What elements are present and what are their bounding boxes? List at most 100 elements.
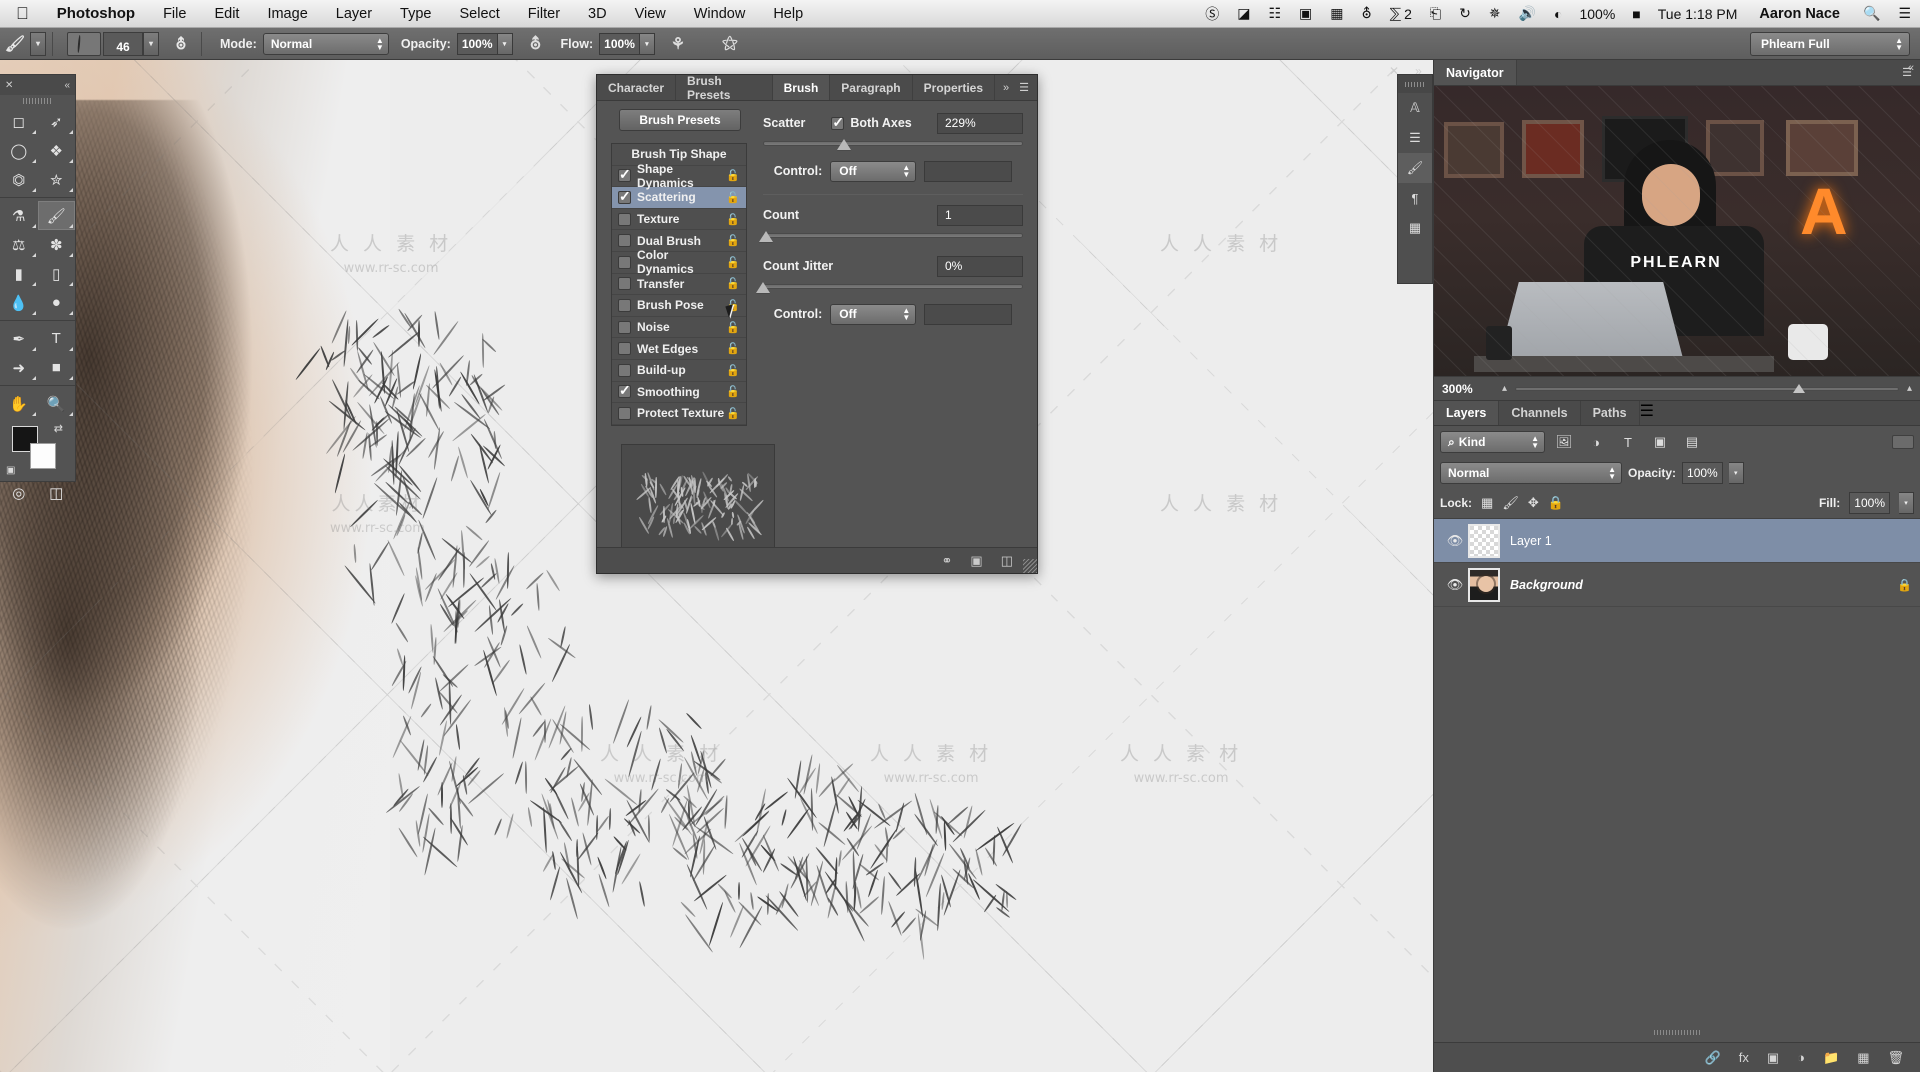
checkbox[interactable]	[618, 255, 631, 269]
checkbox[interactable]	[618, 320, 631, 334]
layer-thumbnail[interactable]	[1468, 567, 1500, 602]
unlock-icon[interactable]: 🔓	[726, 321, 740, 334]
flow-value[interactable]: 100%	[599, 32, 640, 55]
brush-tool-icon[interactable]: 🖌	[37, 201, 75, 230]
layer-blend-mode-select[interactable]: Normal ▲ ▼	[1440, 462, 1622, 484]
menu-app-name[interactable]: Photoshop	[43, 5, 149, 22]
checkbox[interactable]	[618, 234, 631, 248]
search-icon[interactable]: 🔍	[1854, 5, 1889, 22]
new-layer-icon[interactable]: ▦	[1857, 1050, 1869, 1066]
checkbox[interactable]	[618, 382, 631, 399]
unlock-icon[interactable]: 🔓	[726, 407, 740, 420]
adobe-stock-icon[interactable]: 𝔸	[1398, 93, 1432, 123]
layer-style-icon[interactable]: fx	[1739, 1050, 1749, 1065]
layer-opacity-arrow-icon[interactable]: ▾	[1728, 462, 1744, 484]
count-slider-knob[interactable]	[758, 231, 773, 242]
menu-item-3d[interactable]: 3D	[574, 6, 621, 22]
brush-option-wet-edges[interactable]: Wet Edges 🔓	[612, 338, 746, 360]
table-row[interactable]: 👁 Background 🔒	[1434, 563, 1920, 607]
type-tool-icon[interactable]: T	[38, 324, 76, 353]
new-brush-preset-icon[interactable]: ▣	[970, 553, 982, 569]
chevron-double-right-icon[interactable]: »	[1415, 64, 1422, 78]
new-group-icon[interactable]: 📁	[1823, 1050, 1839, 1066]
notification-center-icon[interactable]: ☰	[1889, 5, 1920, 22]
fan-icon[interactable]: ☷	[1259, 5, 1290, 22]
unlock-icon[interactable]: 🔓	[726, 213, 740, 226]
count-jitter-value[interactable]: 0%	[937, 255, 1023, 277]
lasso-tool-icon[interactable]: ◯	[0, 136, 38, 165]
brush-tool-icon[interactable]: 🖌	[0, 34, 30, 54]
tab-character[interactable]: Character	[597, 75, 677, 100]
display-icon[interactable]: ▣	[1290, 5, 1321, 22]
checkbox[interactable]	[618, 406, 631, 420]
layer-fill-value[interactable]: 100%	[1849, 492, 1890, 514]
lock-position-icon[interactable]: ✥	[1528, 495, 1539, 511]
tab-layers[interactable]: Layers	[1434, 401, 1500, 425]
layer-opacity-value[interactable]: 100%	[1682, 462, 1723, 484]
navigator-zoom-value[interactable]: 300%	[1442, 382, 1494, 396]
eye-icon[interactable]: 👁	[1442, 577, 1468, 593]
zoom-tool-icon[interactable]: 🔍	[38, 389, 76, 418]
menu-item-file[interactable]: File	[149, 6, 200, 22]
type-filter-icon[interactable]: T	[1615, 431, 1641, 453]
tab-brush[interactable]: Brush	[772, 75, 831, 100]
tools-panel-grip[interactable]	[0, 95, 75, 107]
panel-menu-icon[interactable]: ☰	[1019, 81, 1029, 94]
gradient-tool-icon[interactable]: ▯	[38, 259, 76, 288]
checkbox[interactable]	[618, 166, 631, 183]
layer-fill-arrow-icon[interactable]: ▾	[1899, 492, 1914, 514]
menu-item-select[interactable]: Select	[445, 6, 513, 22]
collapse-icon[interactable]: «	[64, 80, 70, 91]
menu-clock[interactable]: Tue 1:18 PM	[1650, 6, 1746, 22]
close-icon[interactable]: ✕	[5, 80, 13, 91]
move-tool-icon[interactable]: ➶	[38, 107, 76, 136]
colorsync-icon[interactable]: ▦	[1321, 5, 1352, 22]
close-icon[interactable]: ✕	[1389, 64, 1399, 78]
lock-transparency-icon[interactable]: ▦	[1481, 495, 1493, 511]
blur-tool-icon[interactable]: 💧	[0, 288, 38, 317]
tab-paragraph[interactable]: Paragraph	[830, 75, 913, 100]
layer-thumbnail[interactable]	[1468, 523, 1500, 558]
navigator-zoom-knob[interactable]	[1793, 383, 1806, 393]
unlock-icon[interactable]: 🔓	[726, 191, 740, 204]
dock-collapse-icon[interactable]: «	[1908, 62, 1914, 74]
opacity-arrow-icon[interactable]: ▾	[497, 32, 513, 55]
menu-item-type[interactable]: Type	[386, 6, 445, 22]
count-slider[interactable]	[758, 230, 1023, 246]
checkbox[interactable]	[618, 188, 631, 205]
brush-option-build-up[interactable]: Build-up 🔓	[612, 360, 746, 382]
shape-filter-icon[interactable]: ▣	[1647, 431, 1673, 453]
zoom-in-icon[interactable]: ▴	[1907, 383, 1912, 394]
flow-arrow-icon[interactable]: ▾	[639, 32, 655, 55]
battery-icon[interactable]: ■	[1623, 6, 1649, 22]
airplay-icon[interactable]: ⎗	[1421, 5, 1450, 22]
panel-resize-grip[interactable]	[1434, 1028, 1920, 1036]
tab-brush-presets[interactable]: Brush Presets	[676, 74, 773, 102]
sync-icon[interactable]: Ⓢ	[1196, 4, 1228, 24]
brush-panel-resize-handle[interactable]	[1023, 559, 1037, 573]
paragraph-styles-icon[interactable]: ¶	[1398, 183, 1432, 213]
delete-brush-icon[interactable]: ◫	[1001, 553, 1013, 569]
delete-layer-icon[interactable]: 🗑	[1887, 1050, 1904, 1066]
swap-colors-icon[interactable]: ⇄	[54, 422, 63, 435]
lock-image-icon[interactable]: 🖌	[1502, 495, 1519, 511]
brush-option-color-dynamics[interactable]: Color Dynamics 🔓	[612, 248, 746, 276]
brush-option-shape-dynamics[interactable]: Shape Dynamics 🔓	[612, 162, 746, 190]
zoom-out-icon[interactable]: ▴	[1502, 383, 1507, 394]
menu-user-name[interactable]: Aaron Nace	[1745, 6, 1854, 22]
brush-toggle-icon[interactable]: ⚭	[942, 553, 953, 569]
layer-filter-kind-select[interactable]: ⌕ Kind ▲ ▼	[1440, 431, 1545, 453]
tab-paths[interactable]: Paths	[1581, 401, 1640, 425]
count-jitter-slider-knob[interactable]	[756, 282, 770, 293]
unlock-icon[interactable]: 🔓	[726, 277, 740, 290]
eye-icon[interactable]: 👁	[1442, 533, 1468, 549]
default-colors-icon[interactable]: ▣	[6, 465, 15, 476]
clone-stamp-tool-icon[interactable]: ⚖	[0, 230, 38, 259]
unlock-icon[interactable]: 🔓	[726, 234, 740, 247]
scatter-slider-knob[interactable]	[836, 139, 851, 150]
checkbox[interactable]	[618, 212, 631, 226]
healing-brush-tool-icon[interactable]: ⚗	[0, 201, 38, 230]
path-selection-tool-icon[interactable]: ➜	[0, 353, 38, 382]
background-color-swatch[interactable]	[30, 443, 56, 469]
dodge-tool-icon[interactable]: ●	[38, 288, 76, 317]
